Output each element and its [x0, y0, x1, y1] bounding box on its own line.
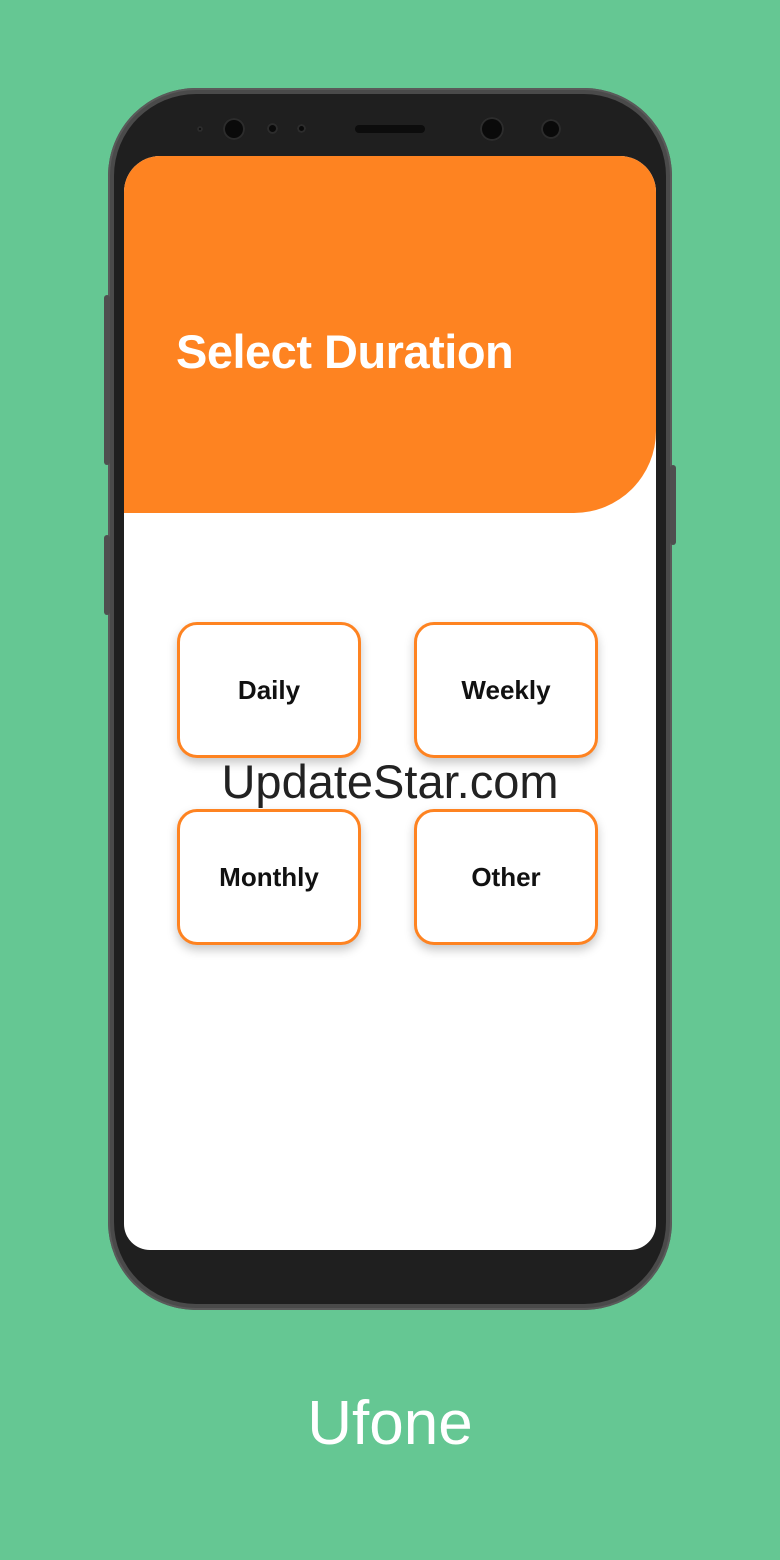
app-name-caption: Ufone	[307, 1389, 473, 1458]
bixby-button	[104, 535, 110, 615]
weekly-option-button[interactable]: Weekly	[414, 622, 598, 758]
earpiece-speaker	[355, 125, 425, 133]
volume-button	[104, 295, 110, 465]
app-screen: Select Duration Daily Weekly Monthly Oth…	[124, 156, 656, 1250]
sensor-icon	[197, 126, 203, 132]
iris-camera-icon	[541, 119, 561, 139]
daily-option-button[interactable]: Daily	[177, 622, 361, 758]
page-title: Select Duration	[176, 325, 514, 378]
light-sensor-icon	[297, 124, 306, 133]
monthly-option-button[interactable]: Monthly	[177, 809, 361, 945]
iris-scanner-icon	[223, 118, 245, 140]
other-option-button[interactable]: Other	[414, 809, 598, 945]
front-camera-icon	[480, 117, 504, 141]
header-banner: Select Duration	[124, 156, 656, 513]
power-button	[670, 465, 676, 545]
proximity-sensor-icon	[267, 123, 278, 134]
watermark-text: UpdateStar.com	[221, 755, 559, 808]
